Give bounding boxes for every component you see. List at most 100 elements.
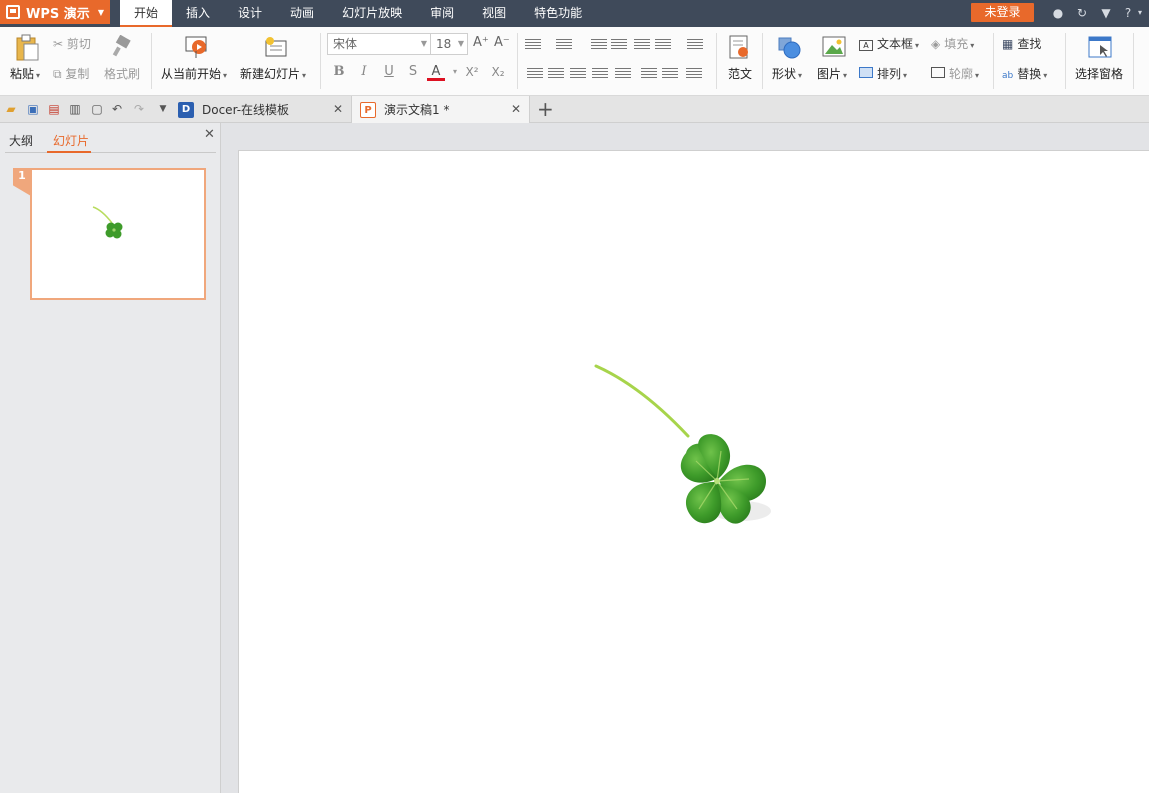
menu-tab-view[interactable]: 视图	[468, 0, 520, 27]
template-button[interactable]: 范文	[728, 65, 752, 82]
font-name-select[interactable]: 宋体 ▼	[327, 33, 431, 55]
bold-button[interactable]: B	[330, 63, 348, 81]
paste-button[interactable]: 粘贴 ▾	[10, 65, 40, 82]
template-icon[interactable]	[728, 35, 752, 61]
outline-button[interactable]: 轮廓 ▾	[931, 65, 979, 82]
open-folder-icon[interactable]: ▰	[4, 102, 18, 116]
find-label: 查找	[1017, 37, 1042, 51]
divider	[1133, 33, 1134, 89]
menu-tab-insert[interactable]: 插入	[172, 0, 224, 27]
textbox-button[interactable]: A 文本框 ▾	[859, 35, 919, 52]
close-icon[interactable]: ✕	[333, 102, 343, 116]
menu-bar: WPS 演示 ▼ 开始 插入 设计 动画 幻灯片放映 审阅 视图 特色功能 未登…	[0, 0, 1149, 27]
new-slide-label: 新建幻灯片	[240, 67, 301, 81]
menu-tab-animation[interactable]: 动画	[276, 0, 328, 27]
print-icon[interactable]: ▥	[68, 102, 82, 116]
docer-icon: D	[178, 101, 194, 118]
strikethrough-button[interactable]: S	[404, 63, 422, 81]
cut-label: 剪切	[66, 37, 91, 51]
chevron-down-icon[interactable]: ▾	[446, 63, 464, 81]
fill-button[interactable]: ◈ 填充 ▾	[931, 35, 974, 52]
binoculars-icon: ▦	[1002, 37, 1014, 51]
export-pdf-icon[interactable]: ▤	[47, 102, 61, 116]
bullet-list-icon[interactable]	[525, 39, 541, 51]
subscript-button[interactable]: X₂	[489, 63, 507, 81]
print-preview-icon[interactable]: ▢	[90, 102, 104, 116]
text-align-vertical-icon[interactable]	[687, 39, 703, 51]
save-icon[interactable]: ▣	[26, 102, 40, 116]
menu-tab-design[interactable]: 设计	[224, 0, 276, 27]
picture-icon[interactable]	[822, 36, 846, 58]
slide-canvas[interactable]	[238, 150, 1149, 793]
close-icon[interactable]: ✕	[204, 127, 215, 142]
chevron-down-icon: ▾	[798, 71, 803, 80]
undo-icon[interactable]: ↶	[110, 102, 124, 116]
distribute-icon[interactable]	[615, 68, 631, 80]
underline-button[interactable]: U	[380, 63, 398, 81]
customize-dropdown-icon[interactable]: ▼	[156, 102, 170, 116]
clover-picture[interactable]	[591, 361, 811, 546]
chevron-down-icon: ▾	[843, 71, 848, 80]
increase-indent-icon[interactable]	[611, 39, 627, 51]
copy-label: 复制	[65, 67, 90, 81]
chevron-down-icon: ▾	[1043, 71, 1048, 80]
cut-button[interactable]: ✂ 剪切	[53, 35, 91, 52]
shrink-font-button[interactable]: A⁻	[494, 35, 510, 50]
slide-thumbnail[interactable]	[30, 168, 206, 300]
align-center-icon[interactable]	[548, 68, 564, 80]
format-painter-icon[interactable]	[111, 35, 133, 57]
close-icon[interactable]: ✕	[511, 102, 521, 116]
shapes-icon[interactable]	[777, 36, 803, 60]
italic-button[interactable]: I	[355, 63, 373, 81]
shapes-button[interactable]: 形状 ▾	[772, 65, 802, 82]
selection-pane-icon[interactable]	[1087, 35, 1113, 61]
menu-tab-home[interactable]: 开始	[120, 0, 173, 27]
columns-icon[interactable]	[655, 39, 671, 51]
shirt-icon[interactable]: ▼	[1099, 6, 1113, 20]
paragraph-settings-icon[interactable]	[686, 68, 702, 80]
arrange-button[interactable]: 排列 ▾	[859, 65, 907, 82]
refresh-icon[interactable]: ↻	[1075, 6, 1089, 20]
from-current-button[interactable]: 从当前开始 ▾	[161, 65, 227, 82]
paste-icon[interactable]	[14, 34, 40, 62]
superscript-button[interactable]: X²	[463, 63, 481, 81]
justify-icon[interactable]	[592, 68, 608, 80]
skin-icon[interactable]: ●	[1051, 6, 1065, 20]
login-button[interactable]: 未登录	[971, 3, 1034, 22]
replace-button[interactable]: ab 替换 ▾	[1002, 65, 1047, 82]
font-size-select[interactable]: 18 ▼	[430, 33, 468, 55]
tab-slides[interactable]: 幻灯片	[53, 132, 89, 149]
menu-tabs: 开始 插入 设计 动画 幻灯片放映 审阅 视图 特色功能	[120, 0, 596, 27]
app-menu-button[interactable]: WPS 演示 ▼	[0, 0, 110, 24]
chevron-down-icon[interactable]: ▾	[1133, 6, 1147, 20]
text-direction-icon[interactable]	[634, 39, 650, 51]
decrease-indent-icon[interactable]	[591, 39, 607, 51]
clover-thumbnail-image	[92, 206, 123, 239]
align-left-icon[interactable]	[527, 68, 543, 80]
copy-button[interactable]: ⧉ 复制	[53, 65, 89, 82]
grow-font-button[interactable]: A⁺	[473, 35, 489, 50]
find-button[interactable]: ▦ 查找	[1002, 35, 1041, 52]
app-name: WPS 演示	[26, 6, 90, 22]
add-tab-icon[interactable]: +	[537, 98, 554, 120]
paragraph-spacing-icon[interactable]	[662, 68, 678, 80]
tab-docer[interactable]: D Docer-在线模板 ✕	[170, 96, 352, 123]
divider	[320, 33, 321, 89]
menu-tab-features[interactable]: 特色功能	[520, 0, 596, 27]
chevron-down-icon: ▾	[302, 71, 307, 80]
menu-tab-review[interactable]: 审阅	[416, 0, 468, 27]
picture-button[interactable]: 图片 ▾	[817, 65, 847, 82]
format-painter-button[interactable]: 格式刷	[104, 65, 140, 82]
numbered-list-icon[interactable]	[556, 39, 572, 51]
align-right-icon[interactable]	[570, 68, 586, 80]
menu-tab-slideshow[interactable]: 幻灯片放映	[328, 0, 416, 27]
redo-icon[interactable]: ↷	[132, 102, 146, 116]
tab-outline[interactable]: 大纲	[9, 132, 33, 149]
new-slide-button[interactable]: 新建幻灯片 ▾	[240, 65, 306, 82]
tab-presentation[interactable]: P 演示文稿1 * ✕	[352, 96, 530, 123]
line-spacing-icon[interactable]	[641, 68, 657, 80]
new-slide-icon[interactable]	[263, 35, 289, 59]
selection-pane-button[interactable]: 选择窗格	[1075, 65, 1123, 82]
play-from-current-icon[interactable]	[184, 35, 210, 59]
font-color-button[interactable]: A	[427, 63, 445, 81]
